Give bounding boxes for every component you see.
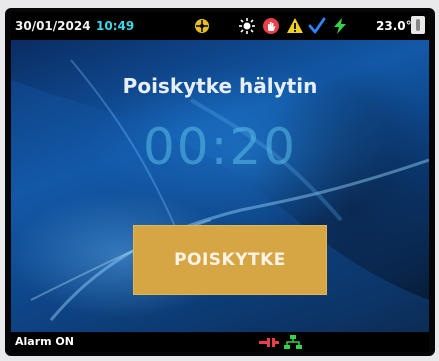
footer-bar: Alarm ON (11, 332, 429, 352)
countdown-timer: 00:20 (142, 118, 298, 176)
disarm-button[interactable]: POISKYTKE (133, 225, 327, 295)
sun-icon (239, 18, 255, 34)
alarm-status: Alarm ON (15, 335, 74, 348)
thermometer-icon (411, 16, 425, 34)
page-title: Poiskytke hälytin (122, 74, 318, 98)
status-time: 10:49 (96, 19, 135, 33)
hand-alert-icon (263, 18, 279, 34)
network-tree-icon (284, 335, 302, 349)
alarm-panel: Poiskytke hälytin 00:20 POISKYTKE (11, 40, 429, 332)
status-bar: 30/01/2024 10:49 23.0°C (11, 12, 429, 40)
lightning-icon (334, 18, 346, 34)
status-date: 30/01/2024 (15, 19, 91, 33)
checkmark-icon (308, 17, 326, 34)
screen: 30/01/2024 10:49 23.0°C Poiskytke hälyti… (11, 12, 429, 352)
plug-disconnected-icon (259, 338, 279, 347)
network-badge-icon (195, 19, 209, 33)
warning-triangle-icon (287, 18, 303, 33)
